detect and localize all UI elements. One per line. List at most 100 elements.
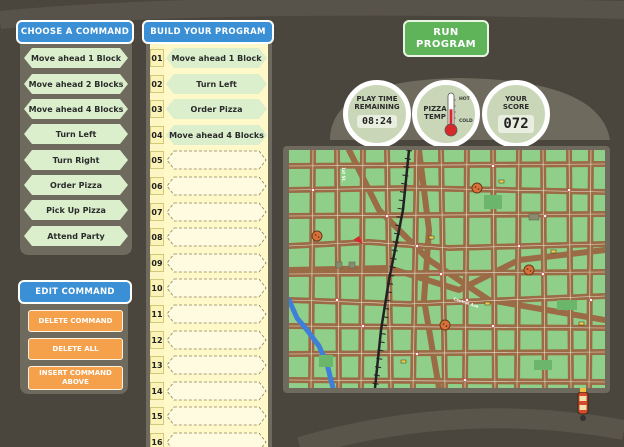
pizza-temp-gauge: PIZZA TEMP HOT COLD: [412, 80, 480, 148]
command-turn-right[interactable]: Turn Right: [24, 150, 128, 170]
command-move-1-block[interactable]: Move ahead 1 Block: [24, 48, 128, 68]
empty-program-slot[interactable]: [166, 227, 267, 247]
empty-program-slot[interactable]: [166, 150, 267, 170]
slot-number: 01: [150, 49, 164, 67]
empty-program-slot[interactable]: [166, 381, 267, 401]
pizza-topping: [442, 323, 445, 325]
slot-number: 16: [150, 433, 164, 447]
car-icon: [400, 359, 407, 364]
cold-label: COLD: [459, 119, 473, 124]
traffic-light-icon: [541, 272, 545, 276]
pizza-location-icon: [311, 230, 323, 242]
your-label: YOUR: [505, 95, 527, 103]
delete-all-button[interactable]: DELETE ALL: [28, 338, 123, 360]
traffic-light-icon: [385, 214, 389, 218]
empty-program-slot[interactable]: [166, 330, 267, 350]
slot-number: 09: [150, 254, 164, 272]
play-time-value: 08:24: [356, 115, 398, 128]
play-time-label: PLAY TIME: [356, 95, 398, 103]
car-icon: [428, 235, 435, 240]
street-label-1st: 1st St.: [340, 167, 346, 182]
car-icon: [578, 321, 585, 326]
traffic-light-icon: [335, 298, 339, 302]
pizza-location-icon: [471, 182, 483, 194]
pizza-topping: [474, 186, 477, 188]
empty-program-slot[interactable]: [166, 253, 267, 273]
pizza-location-icon: [523, 264, 535, 276]
score-value: 072: [498, 115, 534, 133]
empty-program-slot[interactable]: [166, 176, 267, 196]
empty-program-slot[interactable]: [166, 432, 267, 447]
park-block: [557, 300, 577, 310]
traffic-light-icon: [543, 214, 547, 218]
empty-program-slot[interactable]: [166, 406, 267, 426]
slot-number: 11: [150, 305, 164, 323]
pizza-topping: [314, 234, 317, 236]
building: [335, 261, 343, 269]
park-block: [484, 195, 502, 209]
slot-number: 12: [150, 331, 164, 349]
play-time-gauge: PLAY TIME REMAINING 08:24: [343, 80, 411, 148]
slot-number: 08: [150, 228, 164, 246]
building: [348, 261, 356, 269]
slot-number: 14: [150, 382, 164, 400]
delete-command-button[interactable]: DELETE COMMAND: [28, 310, 123, 332]
delivery-car-icon: [577, 388, 589, 421]
pizza-topping: [317, 236, 320, 238]
empty-program-slot[interactable]: [166, 355, 267, 375]
remaining-label: REMAINING: [354, 103, 400, 111]
pizza-location-icon: [439, 319, 451, 331]
traffic-light-icon: [567, 188, 571, 192]
car-icon: [484, 301, 491, 306]
command-attend-party[interactable]: Attend Party: [24, 226, 128, 246]
traffic-light-icon: [517, 244, 521, 248]
slot-number: 15: [150, 407, 164, 425]
run-program-button[interactable]: RUN PROGRAM: [403, 20, 489, 57]
score-gauge: YOUR SCORE 072: [482, 80, 550, 148]
empty-program-slot[interactable]: [166, 202, 267, 222]
program-slot[interactable]: Move ahead 1 Block: [166, 48, 267, 68]
slot-number: 04: [150, 126, 164, 144]
command-pick-up-pizza[interactable]: Pick Up Pizza: [24, 200, 128, 220]
build-program-title: BUILD YOUR PROGRAM: [142, 20, 274, 44]
traffic-light-icon: [463, 378, 467, 382]
traffic-light-icon: [491, 164, 495, 168]
traffic-light-icon: [589, 298, 593, 302]
traffic-light-icon: [415, 352, 419, 356]
thermometer-icon: [444, 92, 458, 137]
slot-number: 03: [150, 100, 164, 118]
pizza-topping: [529, 270, 532, 272]
slot-number: 06: [150, 177, 164, 195]
score-label: SCORE: [502, 103, 530, 111]
empty-program-slot[interactable]: [166, 304, 267, 324]
pizza-topping: [445, 325, 448, 327]
traffic-light-icon: [439, 272, 443, 276]
program-slot[interactable]: Move ahead 4 Blocks: [166, 125, 267, 145]
slot-number: 10: [150, 279, 164, 297]
command-turn-left[interactable]: Turn Left: [24, 124, 128, 144]
building: [528, 213, 540, 221]
edit-command-title: EDIT COMMAND: [18, 280, 132, 304]
pizza-topping: [477, 188, 480, 190]
traffic-light-icon: [415, 244, 419, 248]
program-label: PROGRAM: [416, 38, 476, 50]
choose-command-title: CHOOSE A COMMAND: [16, 20, 134, 44]
empty-program-slot[interactable]: [166, 278, 267, 298]
program-slot[interactable]: Order Pizza: [166, 99, 267, 119]
traffic-light-icon: [311, 188, 315, 192]
park-block: [319, 355, 333, 367]
slot-number: 13: [150, 356, 164, 374]
slot-number: 02: [150, 75, 164, 93]
command-move-4-blocks[interactable]: Move ahead 4 Blocks: [24, 99, 128, 119]
traffic-light-icon: [491, 324, 495, 328]
insert-command-above-button[interactable]: INSERT COMMAND ABOVE: [28, 366, 123, 390]
slot-number: 05: [150, 151, 164, 169]
car-icon: [550, 249, 557, 254]
program-slot[interactable]: Turn Left: [166, 74, 267, 94]
command-move-2-blocks[interactable]: Move ahead 2 Blocks: [24, 74, 128, 94]
car-icon: [498, 179, 505, 184]
city-map[interactable]: [289, 150, 605, 388]
park-block: [534, 360, 552, 370]
command-order-pizza[interactable]: Order Pizza: [24, 175, 128, 195]
run-label: RUN: [433, 26, 459, 38]
